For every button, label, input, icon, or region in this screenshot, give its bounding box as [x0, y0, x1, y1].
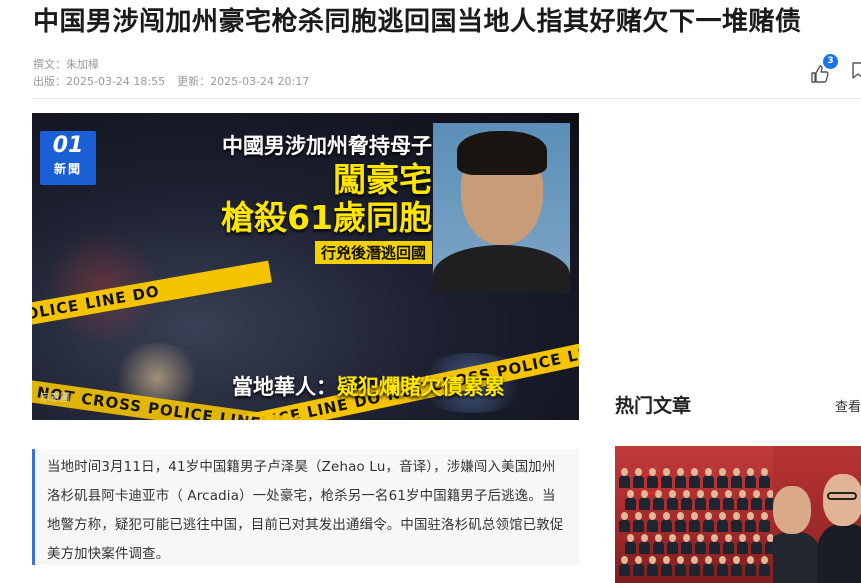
crowd-person [695, 534, 706, 554]
crowd-person [703, 468, 714, 488]
like-count-badge: 3 [823, 54, 838, 69]
crowd-person [717, 468, 728, 488]
thumb-person [817, 524, 861, 583]
crowd-person [689, 468, 700, 488]
sample-label: 示意圖 [40, 393, 70, 404]
crowd-person [681, 490, 692, 510]
like-button[interactable]: 3 [807, 54, 838, 88]
caption-prefix: 當地華人： [232, 375, 337, 399]
crowd-person [759, 512, 770, 532]
crowd-person [675, 512, 686, 532]
crowd-person [619, 512, 630, 532]
caption-main: 疑犯爛賭欠債累累 [337, 375, 505, 399]
photo-hair [457, 131, 547, 175]
crowd-person [745, 468, 756, 488]
hot-articles-heading: 热门文章 [615, 395, 692, 417]
header-divider [33, 98, 861, 99]
crowd-person [619, 556, 630, 576]
logo-text: 新聞 [53, 162, 82, 176]
crowd-person [619, 468, 630, 488]
updated-time: 2025-03-24 20:17 [210, 75, 310, 88]
crowd-person [689, 512, 700, 532]
crowd-person [675, 556, 686, 576]
crowd-person [717, 556, 728, 576]
crowd-person [731, 556, 742, 576]
thumb-person [773, 486, 811, 534]
crowd-person [737, 490, 748, 510]
crowd-person [639, 490, 650, 510]
crowd-person [703, 512, 714, 532]
crowd-person [633, 468, 644, 488]
crowd-person [667, 534, 678, 554]
crowd-person [633, 512, 644, 532]
crowd-person [759, 468, 770, 488]
crowd-person [653, 534, 664, 554]
thumb-person [823, 474, 861, 526]
crowd-person [625, 534, 636, 554]
crowd-person [661, 556, 672, 576]
crowd-person [723, 534, 734, 554]
hero-headline: 中國男涉加州脅持母子 闖豪宅 槍殺61歲同胞 行兇後潛逃回國 [162, 131, 432, 264]
thumb-person [773, 532, 821, 583]
crowd-person [675, 468, 686, 488]
hot-article-thumbnail[interactable] [615, 446, 775, 583]
summary-text: 当地时间3月11日，41岁中国籍男子卢泽昊（Zehao Lu，音译），涉嫌闯入美… [47, 460, 564, 562]
article-author: 撰文：朱加樟 [33, 58, 99, 71]
published-time: 2025-03-24 18:55 [66, 75, 166, 88]
headline-line-2: 闖豪宅 [333, 160, 432, 199]
article-dates: 出版：2025-03-24 18:55 更新：2025-03-24 20:17 [33, 73, 309, 89]
glasses [827, 492, 857, 500]
crowd-person [745, 556, 756, 576]
bookmark-button[interactable] [851, 62, 861, 80]
crowd-person [709, 490, 720, 510]
hot-article-thumbnail[interactable] [773, 446, 861, 583]
crowd-person [689, 556, 700, 576]
crowd-person [647, 512, 658, 532]
crowd-person [723, 490, 734, 510]
crowd-person [709, 534, 720, 554]
crowd-person [625, 490, 636, 510]
headline-line-3: 槍殺61歲同胞 [221, 198, 432, 237]
hero-image: POLICE LINE DO POLICE LINE DO NOT CROSS … [32, 113, 579, 420]
crowd-person [653, 490, 664, 510]
photo-shirt [433, 245, 570, 293]
updated-label: 更新： [177, 75, 211, 88]
crowd-person [731, 468, 742, 488]
crowd-person [703, 556, 714, 576]
crowd-person [647, 556, 658, 576]
hot-articles-more-link[interactable]: 查看 [835, 396, 861, 415]
crowd-person [681, 534, 692, 554]
crowd-person [745, 512, 756, 532]
suspect-photo [433, 123, 570, 293]
logo-number: 01 [52, 133, 84, 158]
crowd-person [661, 512, 672, 532]
crowd-person [639, 534, 650, 554]
published-label: 出版： [33, 75, 66, 88]
crowd-person [751, 534, 762, 554]
article-title: 中国男涉闯加州豪宅枪杀同胞逃回国当地人指其好赌欠下一堆赌债 [33, 7, 802, 37]
bookmark-icon [852, 62, 861, 79]
crowd-person [667, 490, 678, 510]
crowd-person [661, 468, 672, 488]
crowd-person [647, 468, 658, 488]
crowd-person [695, 490, 706, 510]
hero-caption: 當地華人：疑犯爛賭欠債累累 [232, 371, 505, 401]
headline-line-1: 中國男涉加州脅持母子 [222, 134, 432, 158]
crowd-person [751, 490, 762, 510]
crowd-person [717, 512, 728, 532]
headline-tag: 行兇後潛逃回國 [314, 241, 432, 264]
article-summary: 当地时间3月11日，41岁中国籍男子卢泽昊（Zehao Lu，音译），涉嫌闯入美… [32, 449, 579, 565]
crowd-person [633, 556, 644, 576]
crowd-person [731, 512, 742, 532]
crowd-person [737, 534, 748, 554]
crowd-person [759, 556, 770, 576]
news-logo: 01 新聞 [40, 131, 96, 185]
